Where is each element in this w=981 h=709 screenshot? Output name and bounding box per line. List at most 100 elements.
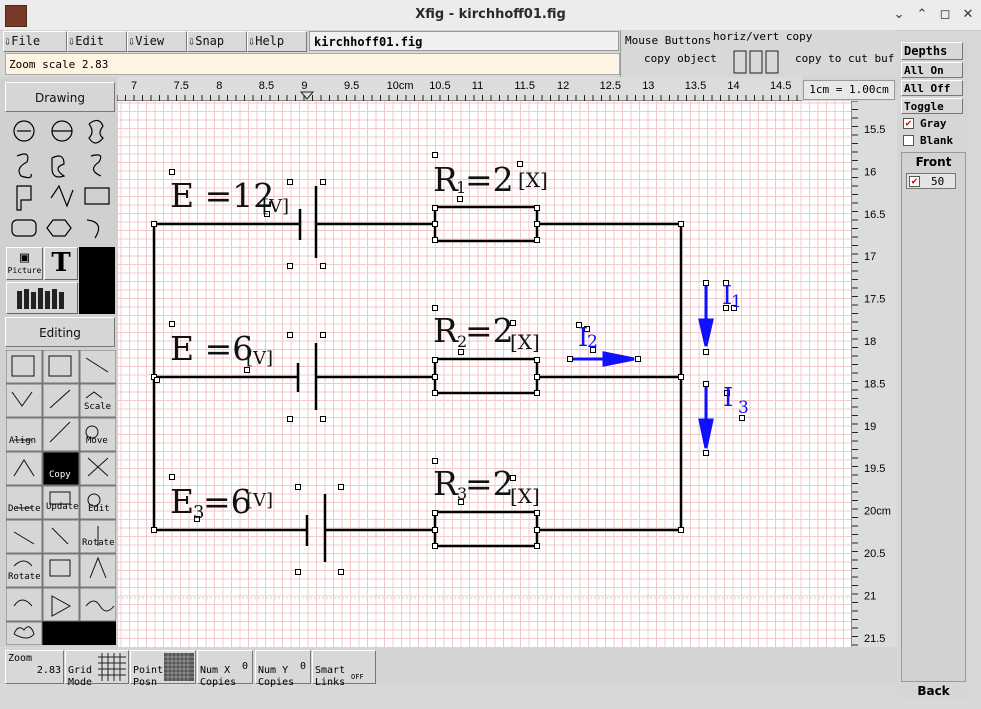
top-ruler-tick-label: 14: [727, 80, 739, 92]
side-ruler-tick-label: 15.5: [864, 124, 885, 136]
delete-tool-label[interactable]: Delete: [8, 504, 41, 514]
library-icon: [17, 288, 64, 309]
depth-50-checkbox[interactable]: ✔: [909, 176, 920, 187]
side-ruler-tick-label: 19: [864, 421, 876, 433]
label-e3-unit: [V]: [246, 490, 274, 511]
point-grid-icon: [164, 653, 194, 681]
zoom-button[interactable]: Zoom 2.83: [5, 650, 64, 684]
menu-file[interactable]: ⇩File: [3, 31, 67, 52]
num-x-copies-label: Num X Copies: [200, 665, 237, 688]
label-r2-value: =2: [465, 311, 514, 350]
rotate-tool-label[interactable]: Rotate: [82, 538, 115, 548]
top-ruler-tick-label: 13: [642, 80, 654, 92]
copy-tool-label[interactable]: Copy: [49, 470, 71, 480]
menu-view[interactable]: ⇩View: [127, 31, 187, 52]
top-ruler-tick-label: 12.5: [600, 80, 621, 92]
top-ruler: 7 7.5 8 8.5 9 9.5 10cm 10.5 11 11.5 12 12.5 13 13.5 14…: [116, 77, 802, 101]
top-ruler-tick-label: 11: [472, 80, 483, 92]
move-tool-label[interactable]: Move: [86, 436, 108, 446]
xfig-app-icon[interactable]: [5, 5, 27, 27]
side-ruler-tick-label: 20.5: [864, 548, 885, 560]
grid-mode-label: Grid Mode: [68, 665, 93, 688]
side-ruler-tick-label: 17.5: [864, 294, 885, 306]
depth-list: Front ✔ 50: [901, 152, 966, 682]
maximize-icon[interactable]: ⌃: [914, 7, 930, 23]
library-tool-button[interactable]: [6, 282, 78, 314]
empty-tool-slot: [79, 247, 115, 314]
front-label: Front: [915, 155, 952, 169]
label-r1: R: [433, 160, 458, 199]
camera-icon: ▣: [19, 248, 30, 266]
label-r3-unit: [X]: [510, 484, 540, 508]
gray-checkbox[interactable]: ✔: [903, 118, 914, 129]
mouse-buttons-panel: Mouse Buttons horiz/vert copy copy objec…: [620, 30, 897, 78]
minimize-icon[interactable]: ⌄: [891, 7, 907, 23]
num-x-copies-button[interactable]: Num X Copies 0: [197, 650, 253, 688]
top-ruler-tick-label: 14.5: [770, 80, 791, 92]
restore-icon[interactable]: ◻: [937, 7, 953, 23]
smart-links-button[interactable]: Smart Links OFF: [312, 650, 376, 688]
point-posn-button[interactable]: Point Posn: [130, 650, 196, 688]
point-posn-label: Point Posn: [133, 665, 164, 688]
zoom-value: 2.83: [36, 665, 61, 676]
editing-tools: Scale Align Move Copy Delete Update Edit…: [5, 349, 117, 646]
top-ruler-tick-label: 9: [301, 80, 307, 92]
window-title: Xfig - kirchhoff01.fig: [415, 7, 566, 22]
label-r1-value: =2: [465, 160, 514, 199]
all-off-button[interactable]: All Off: [901, 80, 963, 96]
drawing-section-label: Drawing: [5, 82, 115, 112]
num-x-copies-value: 0: [242, 661, 249, 672]
text-tool-button[interactable]: T: [44, 247, 78, 280]
side-ruler-tick-label: 21.5: [864, 633, 885, 645]
edit-tool-label[interactable]: Edit: [88, 504, 110, 514]
blank-label: Blank: [920, 134, 954, 147]
blank-checkbox[interactable]: [903, 135, 914, 146]
label-r2-unit: [X]: [510, 330, 540, 354]
side-ruler-tick-label: 16: [864, 166, 876, 178]
top-ruler-tick-label: 8.5: [259, 80, 274, 92]
picture-tool-label: Picture: [7, 266, 42, 275]
top-ruler-tick-label: 13.5: [685, 80, 706, 92]
top-ruler-tick-label: 12: [557, 80, 569, 92]
side-ruler-tick-label: 16.5: [864, 209, 885, 221]
filename-display: kirchhoff01.fig: [309, 31, 619, 51]
depths-title: Depths: [901, 42, 963, 60]
scale-tool-label[interactable]: Scale: [84, 402, 111, 412]
editing-tools-grid: [5, 349, 117, 646]
picture-tool-button[interactable]: ▣ Picture: [6, 247, 43, 280]
side-ruler-tick-label: 18: [864, 336, 876, 348]
editing-section-label: Editing: [5, 317, 115, 347]
top-ruler-tick-label: 7.5: [174, 80, 189, 92]
menu-edit[interactable]: ⇩Edit: [67, 31, 127, 52]
label-r1-unit: [X]: [518, 168, 548, 192]
label-e2: E =6: [170, 329, 254, 368]
side-ruler-svg: 15.5 16 16.5 17 17.5 18 18.5 19 19.5 20cm 20.5 21 21…: [852, 100, 891, 646]
gray-label: Gray: [920, 117, 947, 130]
menu-help[interactable]: ⇩Help: [247, 31, 307, 52]
label-r2: R: [433, 311, 458, 350]
num-y-copies-button[interactable]: Num Y Copies 0: [255, 650, 311, 688]
grid-mode-button[interactable]: Grid Mode: [65, 650, 129, 688]
mouse-left-label: copy object: [644, 52, 717, 65]
smart-links-label: Smart Links: [315, 665, 346, 688]
close-icon[interactable]: ✕: [960, 7, 976, 23]
label-i3-sub: 3: [738, 398, 749, 418]
top-ruler-tick-label: 10.5: [429, 80, 450, 92]
top-ruler-tick-label: 10cm: [387, 80, 414, 92]
top-ruler-tick-label: 8: [216, 80, 222, 92]
all-on-button[interactable]: All On: [901, 62, 963, 78]
align-tool-label[interactable]: Align: [9, 436, 36, 446]
mouse-buttons-title: Mouse Buttons: [625, 34, 712, 47]
label-i2-sub: 2: [587, 332, 598, 352]
rotate-ccw-tool-label[interactable]: Rotate: [8, 572, 41, 582]
menu-snap[interactable]: ⇩Snap: [187, 31, 247, 52]
title-bar: Xfig - kirchhoff01.fig: [0, 0, 981, 31]
grid-icon: [98, 653, 126, 681]
num-y-copies-label: Num Y Copies: [258, 665, 295, 688]
update-tool-label[interactable]: Update: [46, 502, 79, 512]
side-ruler-tick-label: 19.5: [864, 463, 885, 475]
toggle-button[interactable]: Toggle: [901, 98, 963, 114]
label-r3-value: =2: [465, 464, 514, 503]
depth-item-50[interactable]: ✔ 50: [906, 173, 956, 189]
top-ruler-tick-label: 9.5: [344, 80, 359, 92]
